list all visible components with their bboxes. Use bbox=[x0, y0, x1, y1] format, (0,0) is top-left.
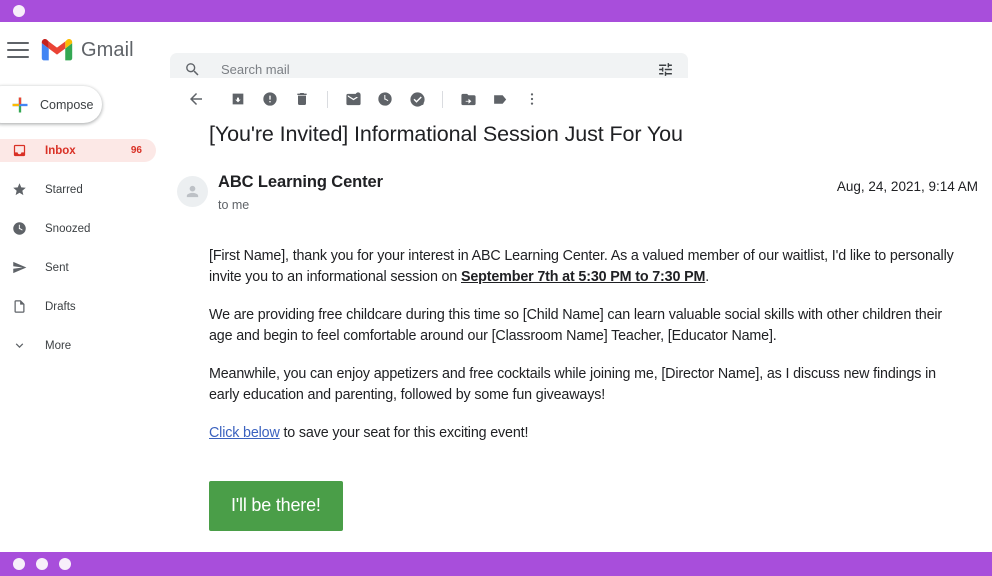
search-input[interactable] bbox=[221, 62, 657, 77]
sidebar-item-starred[interactable]: Starred bbox=[0, 178, 168, 201]
hamburger-menu-icon[interactable] bbox=[7, 42, 29, 58]
paragraph-text: Meanwhile, you can enjoy appetizers and … bbox=[209, 366, 936, 403]
sender-name: ABC Learning Center bbox=[218, 173, 383, 191]
chevron-down-icon bbox=[11, 338, 27, 354]
send-icon bbox=[11, 260, 27, 276]
gmail-brand[interactable]: Gmail bbox=[41, 38, 134, 62]
toolbar-separator bbox=[442, 90, 443, 108]
toolbar-separator bbox=[327, 90, 328, 108]
star-icon bbox=[11, 182, 27, 198]
email-paragraph: Click below to save your seat for this e… bbox=[209, 423, 968, 444]
draft-file-icon bbox=[11, 299, 27, 315]
clock-icon bbox=[11, 221, 27, 237]
email-body: [First Name], thank you for your interes… bbox=[168, 246, 992, 531]
email-paragraph: [First Name], thank you for your interes… bbox=[209, 246, 968, 288]
email-toolbar bbox=[168, 78, 992, 120]
window-control-dot[interactable] bbox=[13, 558, 25, 570]
browser-window: Gmail Search mail Compose Inbox 96 Starr… bbox=[0, 0, 992, 576]
paragraph-text: . bbox=[705, 269, 710, 285]
move-to-folder-icon[interactable] bbox=[452, 83, 484, 115]
sidebar-item-inbox[interactable]: Inbox 96 bbox=[0, 139, 156, 162]
gmail-app: Gmail Search mail Compose Inbox 96 Starr… bbox=[0, 22, 992, 552]
sender-recipient[interactable]: to me bbox=[218, 198, 383, 212]
window-chrome-bottom bbox=[0, 552, 992, 576]
compose-label: Compose bbox=[40, 97, 94, 112]
sidebar-item-sent[interactable]: Sent bbox=[0, 256, 168, 279]
sidebar: Compose Inbox 96 Starred Snoozed Sent Dr… bbox=[0, 78, 168, 552]
archive-icon[interactable] bbox=[222, 83, 254, 115]
sidebar-item-label: More bbox=[45, 339, 72, 352]
window-control-dot[interactable] bbox=[59, 558, 71, 570]
labels-tag-icon[interactable] bbox=[484, 83, 516, 115]
window-control-dot[interactable] bbox=[36, 558, 48, 570]
add-to-tasks-icon[interactable] bbox=[401, 83, 433, 115]
more-options-icon[interactable] bbox=[516, 83, 548, 115]
sidebar-item-label: Sent bbox=[45, 261, 69, 274]
delete-trash-icon[interactable] bbox=[286, 83, 318, 115]
event-datetime-emphasis: September 7th at 5:30 PM to 7:30 PM bbox=[461, 269, 706, 285]
sidebar-item-snoozed[interactable]: Snoozed bbox=[0, 217, 168, 240]
compose-button[interactable]: Compose bbox=[0, 86, 102, 123]
paragraph-text: We are providing free childcare during t… bbox=[209, 307, 943, 344]
sidebar-item-label: Snoozed bbox=[45, 222, 91, 235]
back-arrow-icon[interactable] bbox=[180, 83, 212, 115]
sender-info: ABC Learning Center to me bbox=[218, 173, 383, 212]
sidebar-item-label: Drafts bbox=[45, 300, 76, 313]
snooze-clock-icon[interactable] bbox=[369, 83, 401, 115]
mark-unread-icon[interactable] bbox=[337, 83, 369, 115]
sidebar-nav: Inbox 96 Starred Snoozed Sent Drafts Mor… bbox=[0, 139, 168, 357]
gmail-m-logo-icon bbox=[41, 38, 73, 62]
email-paragraph: Meanwhile, you can enjoy appetizers and … bbox=[209, 364, 968, 406]
sidebar-item-label: Starred bbox=[45, 183, 83, 196]
paragraph-text: to save your seat for this exciting even… bbox=[279, 425, 529, 441]
search-icon bbox=[184, 61, 201, 78]
inbox-icon bbox=[11, 143, 27, 159]
email-content-pane: [You're Invited] Informational Session J… bbox=[168, 78, 992, 552]
sidebar-item-label: Inbox bbox=[45, 144, 76, 157]
sidebar-item-more[interactable]: More bbox=[0, 334, 168, 357]
email-timestamp: Aug, 24, 2021, 9:14 AM bbox=[836, 179, 978, 194]
person-avatar-icon[interactable] bbox=[177, 176, 208, 207]
click-below-link[interactable]: Click below bbox=[209, 425, 280, 441]
email-paragraph: We are providing free childcare during t… bbox=[209, 305, 968, 347]
email-subject: [You're Invited] Informational Session J… bbox=[209, 122, 683, 146]
window-chrome-top bbox=[0, 0, 992, 22]
plus-icon bbox=[10, 95, 30, 115]
email-sender-row: ABC Learning Center to me Aug, 24, 2021,… bbox=[168, 173, 992, 212]
window-control-dot[interactable] bbox=[13, 5, 25, 17]
sidebar-item-drafts[interactable]: Drafts bbox=[0, 295, 168, 318]
inbox-unread-count: 96 bbox=[130, 145, 142, 156]
tune-filter-icon[interactable] bbox=[657, 61, 674, 78]
report-spam-icon[interactable] bbox=[254, 83, 286, 115]
gmail-brand-label: Gmail bbox=[81, 38, 134, 61]
rsvp-cta-button[interactable]: I'll be there! bbox=[209, 481, 343, 531]
